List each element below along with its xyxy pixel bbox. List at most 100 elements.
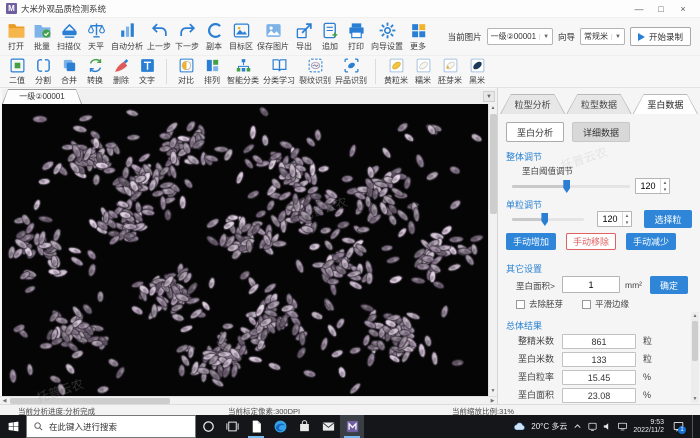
slider-thumb[interactable]	[563, 180, 570, 193]
spin-down-icon[interactable]: ▼	[661, 186, 669, 193]
toolbar-button-foreign-detect[interactable]: 异品识别	[333, 56, 369, 87]
checkbox-icon[interactable]	[516, 300, 525, 309]
toolbar-button-white-rice[interactable]: 糯米	[410, 56, 436, 87]
threshold-spinbox[interactable]: ▲▼	[635, 178, 670, 194]
tab-list-button[interactable]: ▼	[483, 91, 495, 102]
toolbar-button-auto-analysis[interactable]: 自动分析	[109, 20, 145, 53]
scroll-down-icon[interactable]: ▼	[489, 387, 497, 396]
panel-tab-grain-data[interactable]: 粒型数据	[566, 94, 631, 114]
toolbar-button-convert[interactable]: 转换	[82, 56, 108, 87]
toolbar-button-arrange[interactable]: 排列	[199, 56, 225, 87]
chalk-area-input[interactable]	[562, 276, 620, 293]
taskbar-search[interactable]: 在此键入进行搜索	[26, 415, 196, 438]
remove-germ-checkbox[interactable]: 去除胚芽	[516, 298, 563, 310]
toolbar-button-delete[interactable]: 删除	[108, 56, 134, 87]
smooth-edge-checkbox[interactable]: 平滑边缘	[582, 298, 629, 310]
analysis-panel: 粒型分析粒型数据垩白数据 垩白分析 详细数据 整体调节 垩白阈值调节 ▲▼ 单粒…	[497, 88, 700, 404]
toolbar-button-batch[interactable]: 批量	[29, 20, 55, 53]
single-input[interactable]	[598, 212, 622, 226]
vertical-scrollbar[interactable]: ▲ ▼	[488, 104, 497, 396]
toolbar-button-open-folder[interactable]: 打开	[3, 20, 29, 53]
toolbar-button-append[interactable]: 追加	[317, 20, 343, 53]
toolbar-button-merge[interactable]: 合并	[56, 56, 82, 87]
panel-tab-grain-analysis[interactable]: 粒型分析	[500, 94, 565, 114]
taskbar-mail-button[interactable]	[316, 415, 340, 438]
toolbar-button-yellow-rice[interactable]: 黄粒米	[382, 56, 410, 87]
taskbar-app-m-button[interactable]	[340, 415, 364, 438]
single-spinbox[interactable]: ▲▼	[597, 211, 632, 227]
panel-tab-chalk-data[interactable]: 垩白数据	[633, 94, 698, 114]
toolbar-button-contrast[interactable]: 对比	[173, 56, 199, 87]
manual-remove-button[interactable]: 手动移除	[566, 233, 616, 250]
confirm-button[interactable]: 确定	[650, 276, 688, 294]
toolbar-button-smart-classify[interactable]: 智能分类	[225, 56, 261, 87]
scroll-up-icon[interactable]: ▲	[691, 312, 699, 320]
show-desktop-button[interactable]	[692, 415, 696, 438]
tray-weather[interactable]: 20°C 多云	[531, 421, 567, 432]
taskbar-store-button[interactable]	[292, 415, 316, 438]
taskbar-edge-button[interactable]	[268, 415, 292, 438]
close-button[interactable]: ×	[672, 0, 694, 18]
image-tab-row: 一级②00001 ▼	[2, 89, 497, 104]
toolbar-button-scanner[interactable]: 扫描仪	[55, 20, 83, 53]
chalk-analysis-button[interactable]: 垩白分析	[506, 122, 564, 142]
toolbar-button-text[interactable]: 文字	[134, 56, 160, 87]
network-icon[interactable]	[617, 421, 628, 432]
select-grain-button[interactable]: 选择粒	[644, 210, 692, 228]
toolbar-button-more-grid[interactable]: 更多	[405, 20, 431, 53]
wizard-dropdown[interactable]: 常规米 ▼	[580, 28, 625, 45]
threshold-input[interactable]	[636, 179, 660, 193]
toolbar-button-black-rice[interactable]: 黑米	[464, 56, 490, 87]
notification-button[interactable]: 1	[669, 418, 687, 436]
chalk-threshold-slider[interactable]	[512, 180, 630, 193]
maximize-button[interactable]: □	[650, 0, 672, 18]
toolbar-button-germ-rice[interactable]: 胚芽米	[436, 56, 464, 87]
speaker-icon[interactable]	[602, 421, 613, 432]
toolbar-button-settings-gear[interactable]: 向导设置	[369, 20, 405, 53]
toolbar-button-redo[interactable]: 下一步	[173, 20, 201, 53]
chevron-up-icon[interactable]	[572, 421, 583, 432]
scroll-down-icon[interactable]: ▼	[691, 395, 699, 403]
toolbar-button-save-image[interactable]: 保存图片	[255, 20, 291, 53]
toolbar-button-split[interactable]: 分割	[30, 56, 56, 87]
start-button[interactable]	[0, 415, 26, 438]
auto-analysis-icon	[118, 21, 137, 40]
vertical-scroll-thumb[interactable]	[490, 114, 497, 214]
split-icon	[35, 57, 52, 74]
scroll-up-icon[interactable]: ▲	[489, 104, 497, 113]
toolbar-button-crack-detect[interactable]: 裂纹识别	[297, 56, 333, 87]
toolbar-button-target-area[interactable]: 目标区	[227, 20, 255, 53]
image-tab[interactable]: 一级②00001	[2, 89, 82, 104]
taskbar-cortana-button[interactable]	[196, 415, 220, 438]
panel-scroll-thumb[interactable]	[692, 321, 698, 361]
tablet-icon[interactable]	[587, 421, 598, 432]
toolbar-button-undo[interactable]: 上一步	[145, 20, 173, 53]
manual-add-button[interactable]: 手动增加	[506, 233, 556, 250]
taskbar-task-view-button[interactable]	[220, 415, 244, 438]
toolbar-button-classify-learn[interactable]: 分类学习	[261, 56, 297, 87]
horizontal-scrollbar[interactable]: ◀ ▶	[0, 396, 497, 404]
tray-clock[interactable]: 9:53 2022/11/2	[633, 419, 664, 435]
current-image-dropdown[interactable]: 一级②00001 ▼	[487, 28, 553, 45]
minimize-button[interactable]: —	[628, 0, 650, 18]
toolbar-button-label: 打印	[348, 41, 364, 52]
slider-thumb[interactable]	[541, 213, 548, 226]
spin-up-icon[interactable]: ▲	[623, 212, 631, 219]
spin-up-icon[interactable]: ▲	[661, 179, 669, 186]
taskbar-file-button[interactable]	[244, 415, 268, 438]
batch-icon	[33, 21, 52, 40]
cloud-icon	[513, 420, 526, 433]
rice-image-canvas[interactable]	[2, 104, 488, 396]
toolbar-button-balance[interactable]: 天平	[83, 20, 109, 53]
spin-down-icon[interactable]: ▼	[623, 219, 631, 226]
manual-decrease-button[interactable]: 手动减少	[626, 233, 676, 250]
single-grain-slider[interactable]	[512, 213, 584, 226]
panel-scrollbar[interactable]: ▲ ▼	[691, 312, 699, 403]
toolbar-button-copy[interactable]: 副本	[201, 20, 227, 53]
checkbox-icon[interactable]	[582, 300, 591, 309]
toolbar-button-export[interactable]: 导出	[291, 20, 317, 53]
start-record-button[interactable]: 开始录制	[630, 27, 691, 46]
toolbar-button-print[interactable]: 打印	[343, 20, 369, 53]
detail-data-button[interactable]: 详细数据	[572, 122, 630, 142]
toolbar-button-binary[interactable]: 二值	[4, 56, 30, 87]
